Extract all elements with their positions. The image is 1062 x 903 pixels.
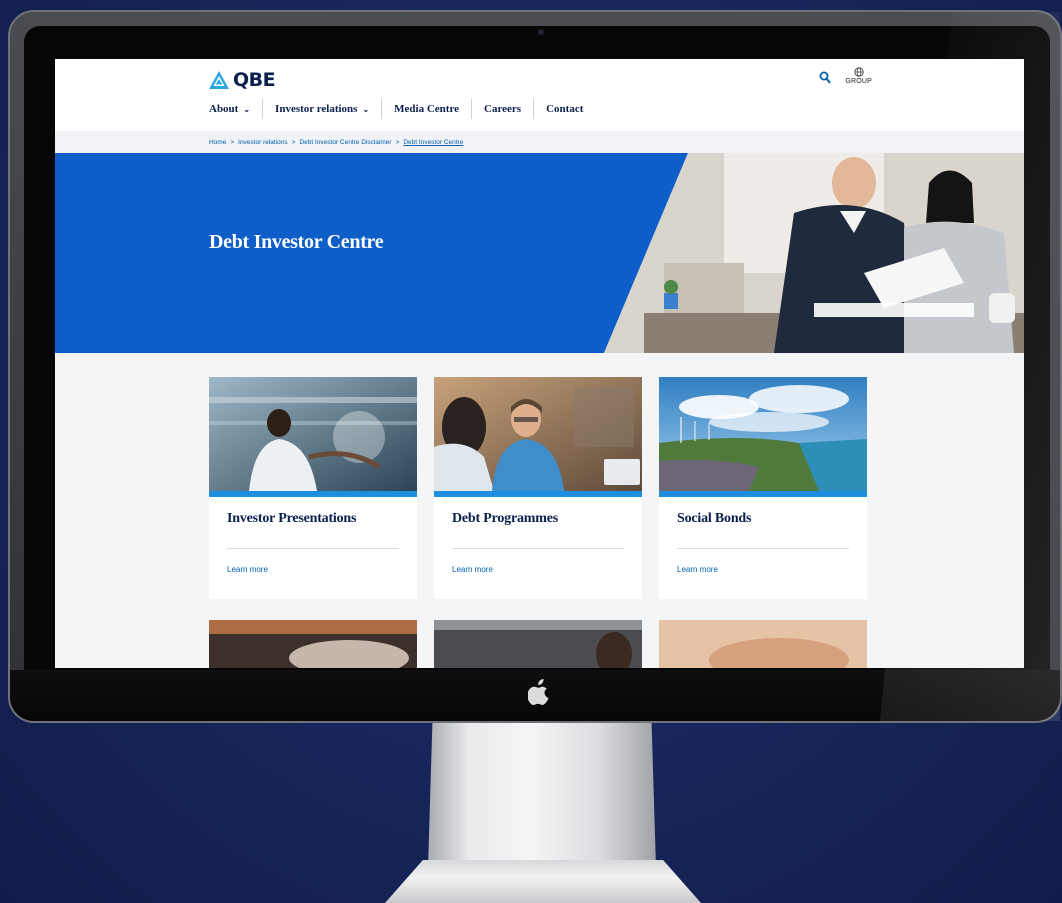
nav-label: About: [209, 103, 239, 115]
card-image: [434, 377, 642, 491]
nav-item-media-centre[interactable]: Media Centre: [381, 99, 471, 119]
page-title: Debt Investor Centre: [209, 231, 384, 253]
breadcrumb: Home > Investor relations > Debt Investo…: [55, 131, 1024, 153]
card-image: [659, 377, 867, 491]
card-title: Investor Presentations: [227, 511, 357, 526]
utility-nav: GROUP: [819, 67, 872, 85]
group-label: GROUP: [845, 78, 872, 85]
card-image-partial[interactable]: [434, 620, 642, 668]
chevron-down-icon: ⌄: [362, 104, 370, 114]
card-debt-programmes[interactable]: Debt Programmes Learn more: [434, 377, 642, 599]
breadcrumb-separator: >: [230, 138, 235, 146]
nav-label: Careers: [484, 103, 522, 115]
breadcrumb-home[interactable]: Home: [209, 139, 226, 146]
card-investor-presentations[interactable]: Investor Presentations Learn more: [209, 377, 417, 599]
main-nav: About ⌄ Investor relations ⌄ Media Centr…: [209, 99, 595, 119]
nav-item-about[interactable]: About ⌄: [209, 99, 262, 119]
hero-photo: [604, 153, 1024, 353]
card-image: [209, 377, 417, 491]
card-image-partial[interactable]: [659, 620, 867, 668]
group-switcher[interactable]: GROUP: [845, 67, 872, 85]
learn-more-link[interactable]: Learn more: [209, 549, 417, 574]
breadcrumb-current[interactable]: Debt Investor Centre: [403, 139, 463, 146]
hero-banner: Debt Investor Centre: [55, 153, 1024, 353]
monitor-stand-base: [385, 860, 701, 903]
learn-more-link[interactable]: Learn more: [659, 549, 867, 574]
nav-label: Contact: [546, 103, 584, 115]
apple-logo-icon: [527, 679, 551, 707]
nav-item-careers[interactable]: Careers: [471, 99, 533, 119]
nav-item-investor-relations[interactable]: Investor relations ⌄: [262, 99, 381, 119]
nav-label: Investor relations: [275, 103, 358, 115]
card-title: Debt Programmes: [452, 511, 558, 526]
search-icon[interactable]: [819, 71, 832, 85]
qbe-logo-mark-icon: [209, 71, 229, 89]
site-header: QBE GROUP About ⌄ Investor relations ⌄ M…: [55, 59, 1024, 131]
browser-screen: QBE GROUP About ⌄ Investor relations ⌄ M…: [55, 59, 1024, 668]
learn-more-link[interactable]: Learn more: [434, 549, 642, 574]
camera-icon: [538, 29, 544, 35]
qbe-logo[interactable]: QBE: [209, 69, 276, 91]
monitor-stand-neck: [428, 718, 656, 868]
hero-photo-illustration: [604, 153, 1024, 353]
breadcrumb-disclaimer[interactable]: Debt Investor Centre Disclaimer: [299, 139, 391, 146]
nav-item-contact[interactable]: Contact: [533, 99, 595, 119]
card-grid: Investor Presentations Learn more Debt P…: [209, 377, 867, 599]
logo-text: QBE: [233, 69, 276, 91]
globe-icon: [854, 67, 864, 77]
chevron-down-icon: ⌄: [243, 104, 251, 114]
breadcrumb-investor-relations[interactable]: Investor relations: [238, 139, 288, 146]
card-social-bonds[interactable]: Social Bonds Learn more: [659, 377, 867, 599]
breadcrumb-separator: >: [395, 138, 400, 146]
nav-label: Media Centre: [394, 103, 460, 115]
card-title: Social Bonds: [677, 511, 752, 526]
card-grid-row-2: [209, 620, 867, 668]
card-image-partial[interactable]: [209, 620, 417, 668]
breadcrumb-separator: >: [291, 138, 296, 146]
